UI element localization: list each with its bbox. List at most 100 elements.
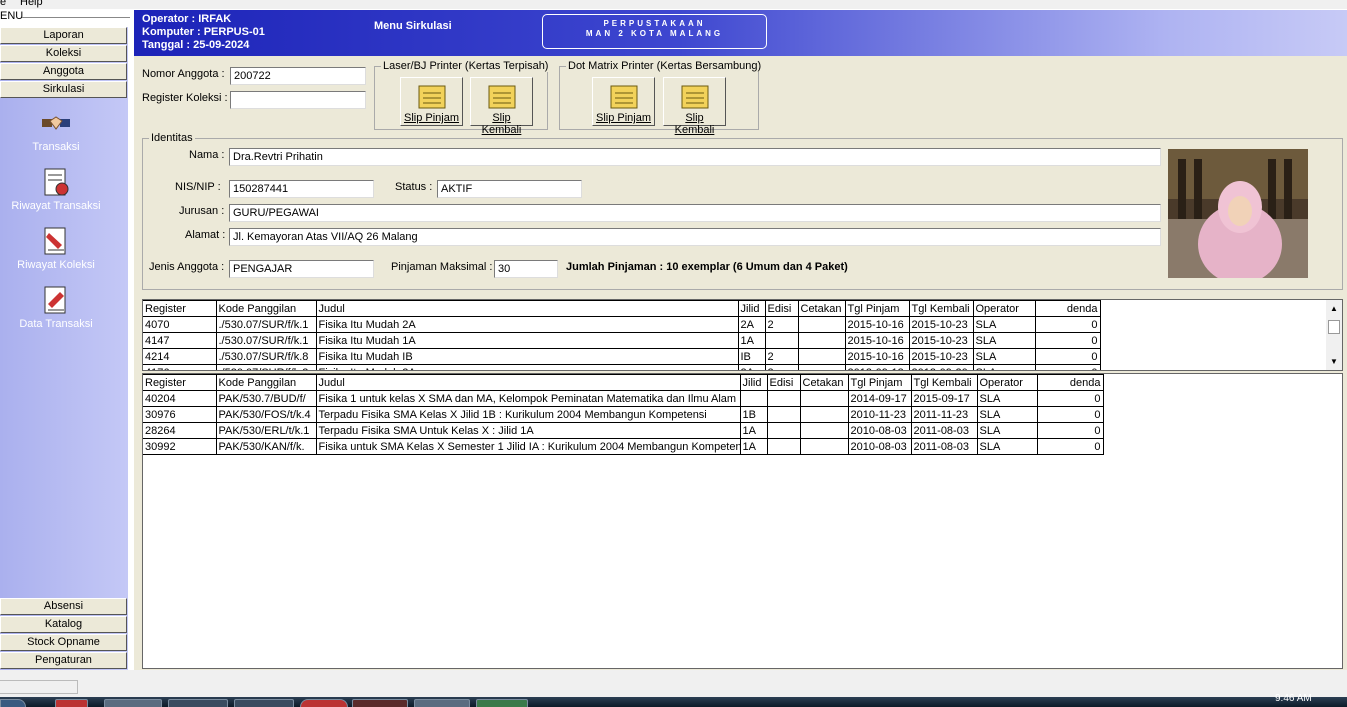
table-row[interactable]: 4070 ./530.07/SUR/f/k.1 Fisika Itu Mudah 2… — [143, 316, 1101, 333]
taskbar-app-8[interactable] — [476, 699, 528, 707]
paket-header-kode-panggilan[interactable]: Kode Panggilan — [216, 374, 317, 391]
current-header-tgl-kembali[interactable]: Tgl Kembali — [909, 300, 974, 317]
taskbar-app-7[interactable] — [414, 699, 470, 707]
table-row[interactable]: 4176./530.07/SUR/f/k.3Fisika Itu Mudah 2… — [143, 364, 1101, 370]
sidebar-item-laporan[interactable]: Laporan — [0, 27, 127, 44]
current-loans-scrollbar[interactable]: ▲ ▼ — [1326, 300, 1342, 370]
taskbar-app-6[interactable] — [352, 699, 408, 707]
paket-loans-table: Register Kode Panggilan Judul Jilid Edisi Cet… — [143, 374, 1104, 455]
current-header-operator[interactable]: Operator — [973, 300, 1036, 317]
paket-header-edisi[interactable]: Edisi — [767, 374, 801, 391]
pinjaman-maksimal-field[interactable]: 30 — [494, 260, 558, 278]
table-cell: 0 — [1037, 390, 1104, 407]
table-cell: PAK/530/KAN/f/k. — [216, 438, 317, 455]
current-header-tgl-pinjam[interactable]: Tgl Pinjam — [845, 300, 910, 317]
dotmatrix-slip-kembali-button[interactable]: Slip Kembali — [663, 77, 726, 136]
taskbar-clock: 9:46 AM — [1275, 693, 1312, 704]
paket-header-cetakan[interactable]: Cetakan — [800, 374, 849, 391]
taskbar-app-2[interactable] — [104, 699, 162, 707]
table-cell: 40204 — [143, 390, 217, 407]
taskbar: 9:46 AM — [0, 693, 1347, 707]
scroll-thumb[interactable] — [1328, 320, 1340, 334]
paket-header-denda[interactable]: denda — [1037, 374, 1104, 391]
laser-slip-pinjam-button[interactable]: Slip Pinjam — [400, 77, 463, 126]
start-button[interactable] — [0, 699, 26, 707]
table-row[interactable]: 28264 PAK/530/ERL/t/k.1 Terpadu Fisika SMA… — [143, 422, 1104, 439]
paket-header-tgl-pinjam[interactable]: Tgl Pinjam — [848, 374, 912, 391]
jenis-anggota-label: Jenis Anggota : — [149, 261, 225, 273]
sidebar-item-sirkulasi[interactable]: Sirkulasi — [0, 81, 127, 98]
scroll-up-icon[interactable]: ▲ — [1330, 304, 1338, 313]
sidebar-item-stock-opname[interactable]: Stock Opname — [0, 634, 127, 651]
table-cell: 28264 — [143, 422, 217, 439]
paket-header-tgl-kembali[interactable]: Tgl Kembali — [911, 374, 978, 391]
paket-header-jilid[interactable]: Jilid — [740, 374, 768, 391]
jurusan-field[interactable]: GURU/PEGAWAI — [229, 204, 1161, 222]
sidebar-item-transaksi[interactable]: Transaksi — [0, 107, 112, 153]
table-cell — [800, 390, 849, 407]
table-row[interactable]: 4147 ./530.07/SUR/f/k.1 Fisika Itu Mudah 1… — [143, 332, 1101, 349]
header-bar: Operator : IRFAK Komputer : PERPUS-01 Ta… — [134, 10, 1347, 56]
taskbar-app-4[interactable] — [234, 699, 294, 707]
sidebar-item-absensi[interactable]: Absensi — [0, 598, 127, 615]
current-loans-panel: Register Kode Panggilan Judul Jilid Edisi Cet… — [142, 299, 1343, 371]
nomor-anggota-input[interactable]: 200722 — [230, 67, 366, 85]
current-header-denda[interactable]: denda — [1035, 300, 1101, 317]
table-row[interactable]: 40204 PAK/530.7/BUD/f/Fisika 1 untuk kela… — [143, 390, 1104, 407]
tanggal-text: Tanggal : 25-09-2024 — [142, 39, 250, 51]
taskbar-app-5[interactable] — [300, 699, 348, 707]
paket-header-register[interactable]: Register — [143, 374, 217, 391]
table-cell: SLA — [973, 316, 1036, 333]
table-cell: 4176 — [143, 364, 217, 370]
table-cell — [798, 332, 846, 349]
sidebar-item-riwayat-koleksi[interactable]: Riwayat Koleksi — [0, 225, 112, 271]
table-cell: Fisika Itu Mudah 2A — [316, 364, 739, 370]
paket-header-operator[interactable]: Operator — [977, 374, 1038, 391]
table-cell: Terpadu Fisika SMA Kelas X Jilid 1B : Ku… — [316, 406, 741, 423]
status-label: Status : — [395, 181, 433, 193]
register-koleksi-input[interactable] — [230, 91, 366, 109]
current-header-jilid[interactable]: Jilid — [738, 300, 766, 317]
menu-edit[interactable]: e — [0, 0, 6, 8]
table-cell: 1B — [740, 406, 768, 423]
sidebar-item-anggota[interactable]: Anggota — [0, 63, 127, 80]
sidebar-item-riwayat-transaksi[interactable]: Riwayat Transaksi — [0, 166, 112, 212]
current-header-judul[interactable]: Judul — [316, 300, 739, 317]
current-header-cetakan[interactable]: Cetakan — [798, 300, 846, 317]
current-header-edisi[interactable]: Edisi — [765, 300, 799, 317]
komputer-text: Komputer : PERPUS-01 — [142, 26, 265, 38]
taskbar-app-3[interactable] — [168, 699, 228, 707]
table-cell: 2015-10-16 — [845, 332, 910, 349]
table-row[interactable]: 30976 PAK/530/FOS/t/k.4 Terpadu Fisika SMA… — [143, 406, 1104, 423]
riwayat-transaksi-label: Riwayat Transaksi — [11, 200, 101, 212]
riwayat-koleksi-label: Riwayat Koleksi — [17, 259, 95, 271]
menu-help[interactable]: Help — [20, 0, 43, 8]
table-cell: 2011-08-03 — [911, 422, 978, 439]
sidebar-item-koleksi[interactable]: Koleksi — [0, 45, 127, 62]
sidebar-item-data-transaksi[interactable]: Data Transaksi — [0, 284, 112, 330]
library-line-1: PERPUSTAKAAN — [603, 19, 706, 28]
table-cell: ./530.07/SUR/f/k.3 — [216, 364, 317, 370]
alamat-field[interactable]: Jl. Kemayoran Atas VII/AQ 26 Malang — [229, 228, 1161, 246]
table-row[interactable]: 4214 ./530.07/SUR/f/k.8 Fisika Itu Mudah I… — [143, 348, 1101, 365]
slip-pinjam-label: Slip Pinjam — [403, 112, 460, 124]
sidebar-item-pengaturan[interactable]: Pengaturan — [0, 652, 127, 669]
nis-field[interactable]: 150287441 — [229, 180, 374, 198]
current-header-kode-panggilan[interactable]: Kode Panggilan — [216, 300, 317, 317]
dotmatrix-slip-pinjam-button[interactable]: Slip Pinjam — [592, 77, 655, 126]
scroll-down-icon[interactable]: ▼ — [1330, 357, 1338, 366]
paket-header-judul[interactable]: Judul — [316, 374, 741, 391]
collection-history-icon — [44, 227, 66, 255]
sidebar-item-katalog[interactable]: Katalog — [0, 616, 127, 633]
taskbar-app-1[interactable] — [55, 699, 88, 707]
table-cell: SLA — [977, 422, 1038, 439]
library-line-2: MAN 2 KOTA MALANG — [585, 29, 724, 38]
current-header-register[interactable]: Register — [143, 300, 217, 317]
status-field[interactable]: AKTIF — [437, 180, 582, 198]
nama-field[interactable]: Dra.Revtri Prihatin — [229, 148, 1161, 166]
laser-slip-kembali-button[interactable]: Slip Kembali — [470, 77, 533, 136]
jenis-anggota-field[interactable]: PENGAJAR — [229, 260, 374, 278]
table-row[interactable]: 30992 PAK/530/KAN/f/k. Fisika untuk SMA Ke… — [143, 438, 1104, 455]
slip-pinjam-label: Slip Pinjam — [595, 112, 652, 124]
table-cell: 2 — [765, 364, 799, 370]
